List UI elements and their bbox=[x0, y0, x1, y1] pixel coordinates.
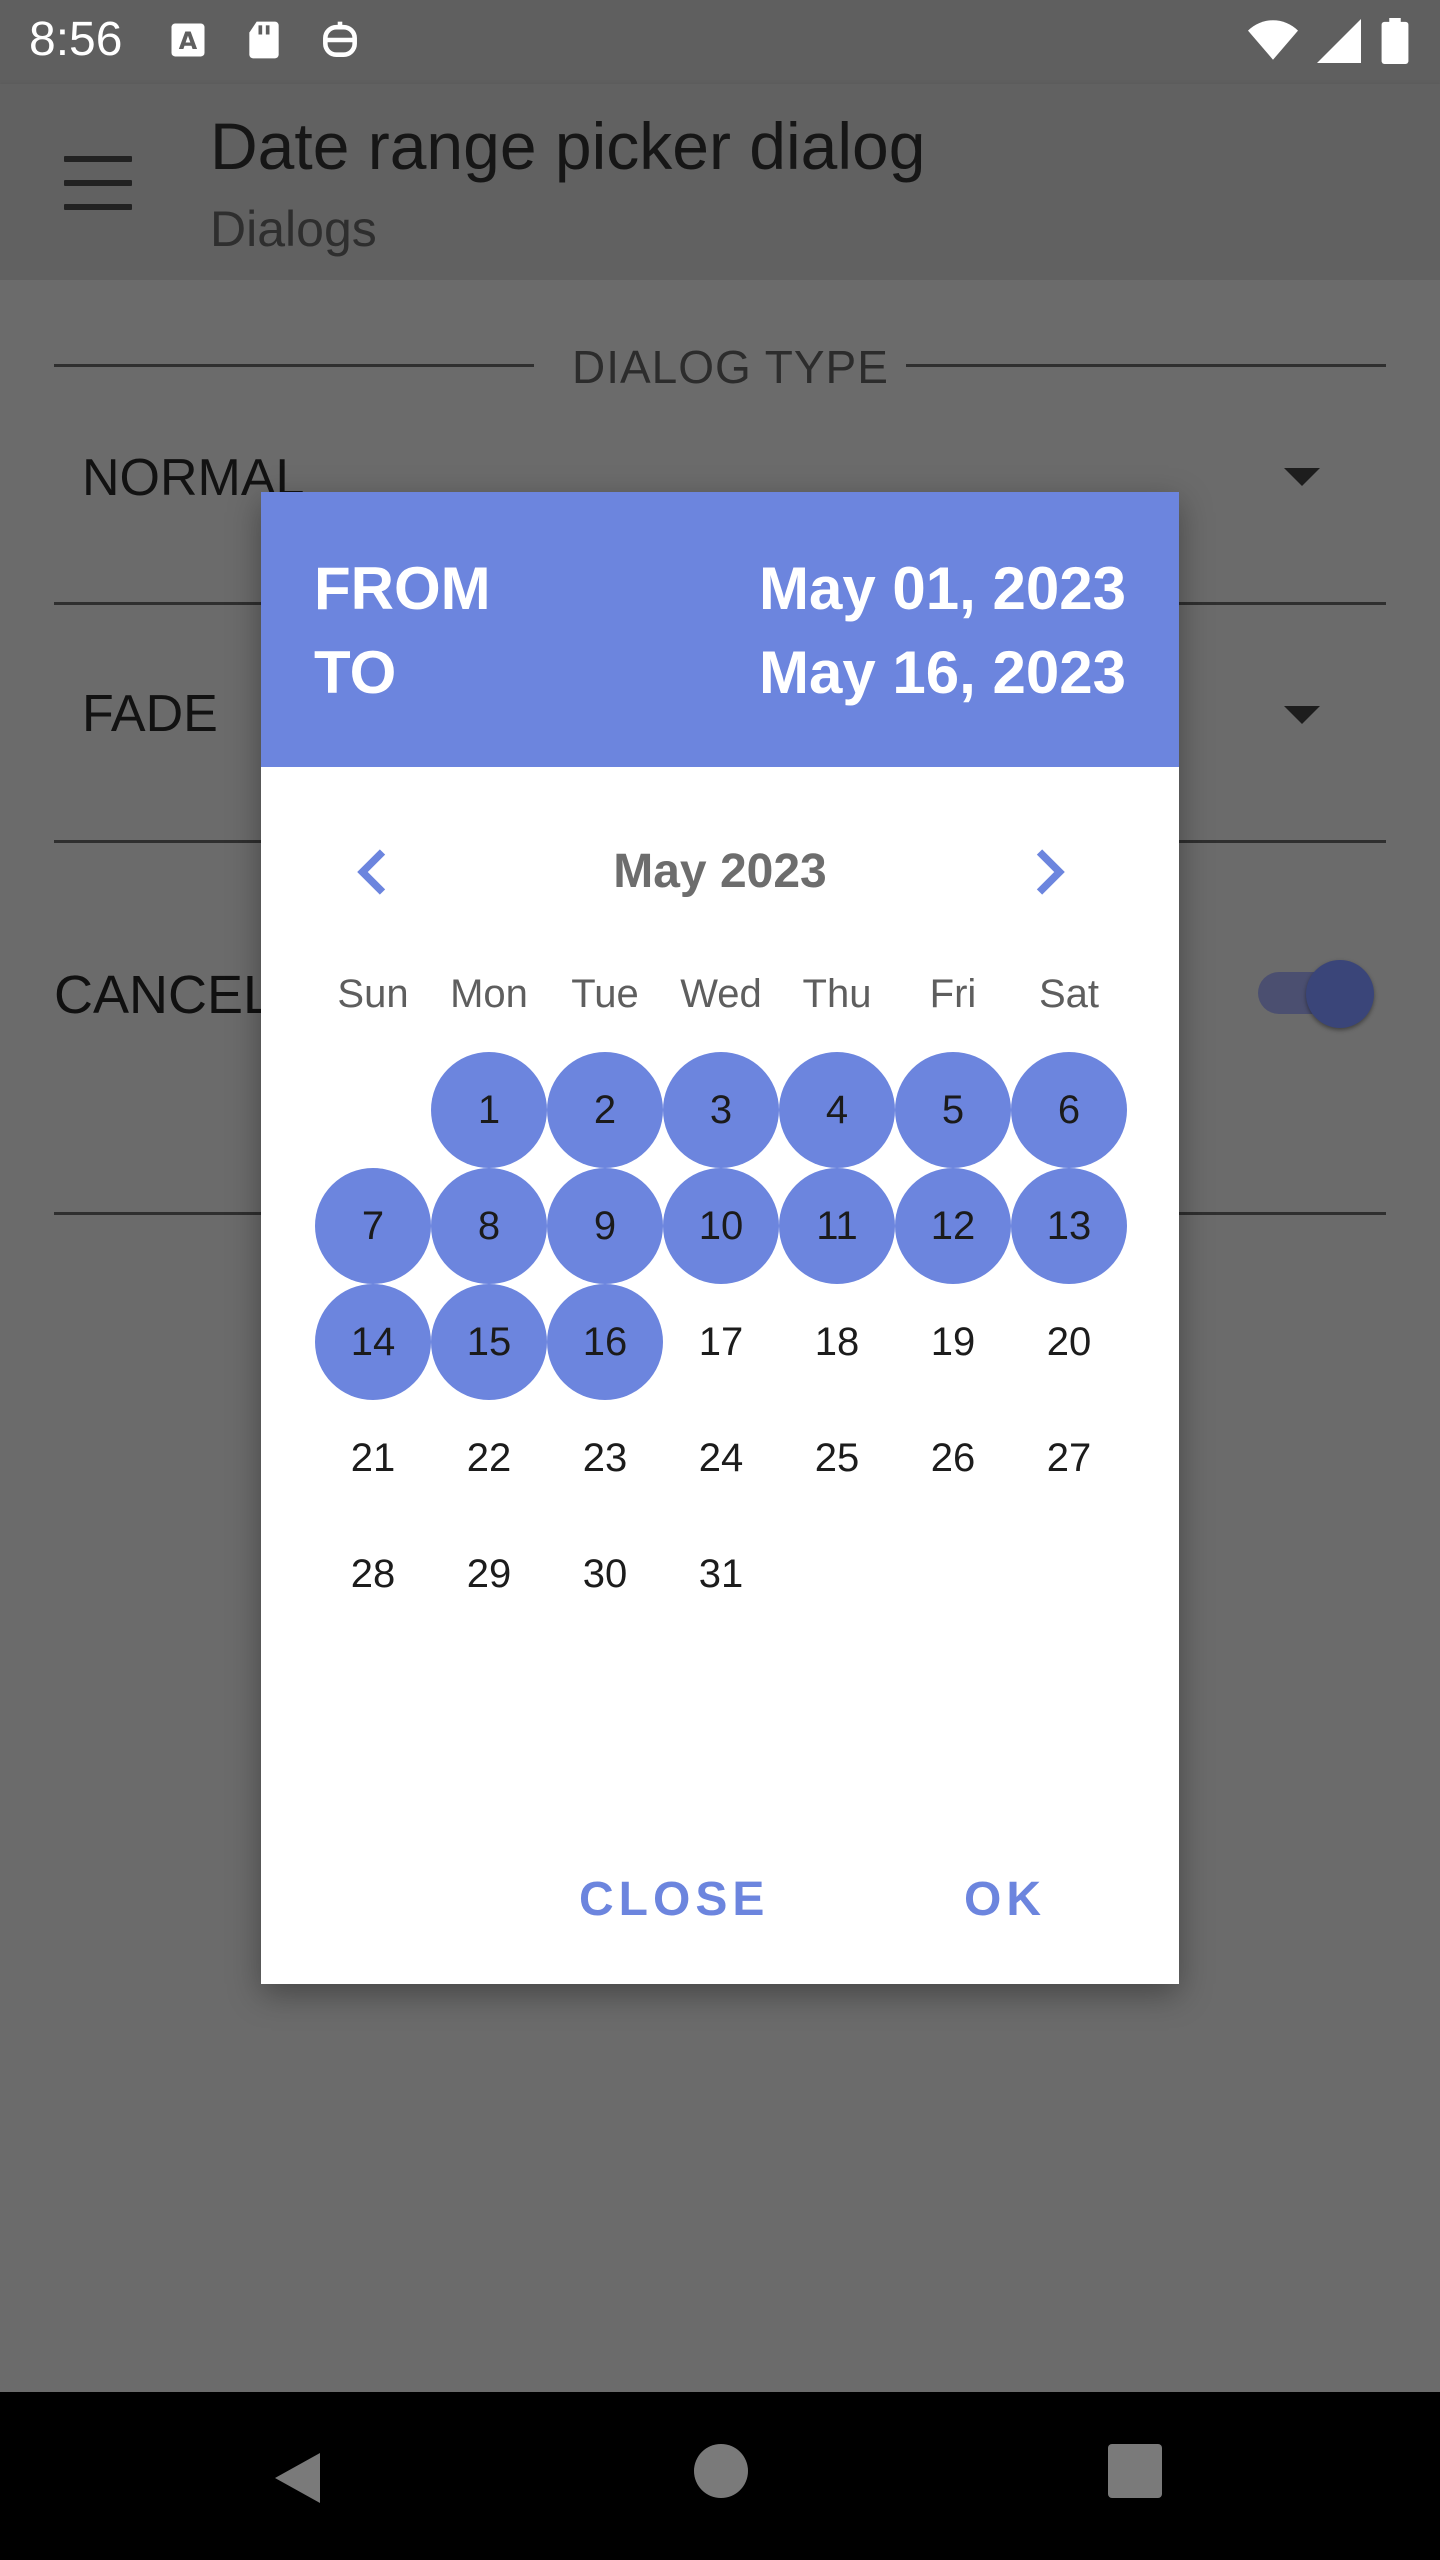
hamburger-menu-icon[interactable] bbox=[64, 156, 132, 210]
font-a-icon: A bbox=[171, 23, 205, 57]
calendar-day[interactable]: 26 bbox=[895, 1400, 1011, 1516]
dialog-header: FROM TO May 01, 2023 May 16, 2023 bbox=[261, 492, 1179, 767]
date-range-picker-dialog: FROM TO May 01, 2023 May 16, 2023 May 20… bbox=[261, 492, 1179, 1984]
section-divider-left bbox=[54, 364, 534, 367]
calendar-day-selected[interactable]: 12 bbox=[895, 1168, 1011, 1284]
calendar-day[interactable]: 27 bbox=[1011, 1400, 1127, 1516]
page-title: Date range picker dialog bbox=[210, 109, 926, 183]
weekday-label: Fri bbox=[929, 972, 977, 1016]
calendar-day-selected[interactable]: 14 bbox=[315, 1284, 431, 1400]
calendar-day[interactable]: 17 bbox=[663, 1284, 779, 1400]
calendar-day[interactable]: 20 bbox=[1011, 1284, 1127, 1400]
calendar-day-selected[interactable]: 6 bbox=[1011, 1052, 1127, 1168]
calendar-day[interactable]: 29 bbox=[431, 1516, 547, 1632]
calendar-day[interactable]: 22 bbox=[431, 1400, 547, 1516]
weekday-label: Wed bbox=[680, 972, 762, 1016]
month-navigation: May 2023 bbox=[261, 822, 1179, 922]
calendar-day-selected[interactable]: 1 bbox=[431, 1052, 547, 1168]
calendar-day-selected[interactable]: 7 bbox=[315, 1168, 431, 1284]
home-icon[interactable] bbox=[694, 2444, 748, 2498]
calendar-day[interactable]: 19 bbox=[895, 1284, 1011, 1400]
calendar-day[interactable]: 30 bbox=[547, 1516, 663, 1632]
calendar-day[interactable]: 28 bbox=[315, 1516, 431, 1632]
calendar-day[interactable]: 21 bbox=[315, 1400, 431, 1516]
weekday-label: Sat bbox=[1038, 972, 1100, 1016]
weekday-label: Mon bbox=[450, 972, 528, 1016]
calendar-day-selected[interactable]: 10 bbox=[663, 1168, 779, 1284]
weekday-header: Sun Mon Tue Wed Thu Fri Sat bbox=[315, 972, 1127, 1032]
to-label: TO bbox=[314, 639, 397, 706]
animation-value: FADE bbox=[82, 685, 218, 743]
section-label: DIALOG TYPE bbox=[572, 341, 889, 393]
calendar-day-selected[interactable]: 3 bbox=[663, 1052, 779, 1168]
calendar-day-selected[interactable]: 13 bbox=[1011, 1168, 1127, 1284]
calendar-day[interactable]: 25 bbox=[779, 1400, 895, 1516]
recents-icon[interactable] bbox=[1108, 2444, 1162, 2498]
calendar-day[interactable]: 18 bbox=[779, 1284, 895, 1400]
wifi-icon bbox=[1248, 20, 1298, 60]
calendar-day[interactable]: 23 bbox=[547, 1400, 663, 1516]
dropdown-arrow-icon bbox=[1284, 706, 1320, 724]
weekday-label: Sun bbox=[337, 972, 409, 1016]
to-date: May 16, 2023 bbox=[759, 639, 1126, 706]
status-bar: 8:56 A bbox=[0, 0, 1440, 84]
weekday-label: Thu bbox=[802, 972, 872, 1016]
dropdown-arrow-icon bbox=[1284, 468, 1320, 486]
calendar-day[interactable]: 31 bbox=[663, 1516, 779, 1632]
ok-button[interactable]: OK bbox=[964, 1872, 1046, 1927]
calendar-day-selected[interactable]: 15 bbox=[431, 1284, 547, 1400]
back-icon[interactable] bbox=[270, 2448, 330, 2508]
from-date: May 01, 2023 bbox=[759, 555, 1126, 622]
cancelable-label: CANCEL bbox=[54, 965, 274, 1025]
calendar-day[interactable]: 24 bbox=[663, 1400, 779, 1516]
section-divider-right bbox=[906, 364, 1386, 367]
notification-icons: A bbox=[166, 18, 362, 62]
switch-thumb bbox=[1306, 960, 1374, 1028]
calendar-day-selected[interactable]: 9 bbox=[547, 1168, 663, 1284]
weekday-label: Tue bbox=[571, 972, 639, 1016]
calendar-day-selected[interactable]: 16 bbox=[547, 1284, 663, 1400]
calendar-day-selected[interactable]: 8 bbox=[431, 1168, 547, 1284]
robot-face-icon bbox=[323, 21, 357, 57]
battery-icon bbox=[1381, 18, 1409, 64]
calendar-day-selected[interactable]: 4 bbox=[779, 1052, 895, 1168]
cellular-signal-icon bbox=[1317, 19, 1361, 63]
app-bar: Date range picker dialog Dialogs bbox=[0, 84, 1440, 280]
status-time: 8:56 bbox=[29, 13, 123, 66]
close-button[interactable]: CLOSE bbox=[579, 1872, 769, 1927]
system-status-icons bbox=[1248, 18, 1410, 64]
page-subtitle: Dialogs bbox=[210, 201, 377, 257]
calendar-grid: 1 2 3 4 5 6 7 8 9 10 11 12 13 14 15 16 17 18 19 20 21 22 23 24 2… bbox=[315, 1052, 1127, 1632]
calendar-day-selected[interactable]: 2 bbox=[547, 1052, 663, 1168]
calendar-day-selected[interactable]: 5 bbox=[895, 1052, 1011, 1168]
sd-card-icon bbox=[249, 21, 279, 59]
from-label: FROM bbox=[314, 555, 491, 622]
calendar-day-selected[interactable]: 11 bbox=[779, 1168, 895, 1284]
svg-text:A: A bbox=[179, 27, 198, 55]
dialog-actions: CLOSE OK bbox=[261, 1852, 1179, 1952]
navigation-bar bbox=[0, 2392, 1440, 2560]
chevron-right-icon[interactable] bbox=[1017, 842, 1077, 902]
